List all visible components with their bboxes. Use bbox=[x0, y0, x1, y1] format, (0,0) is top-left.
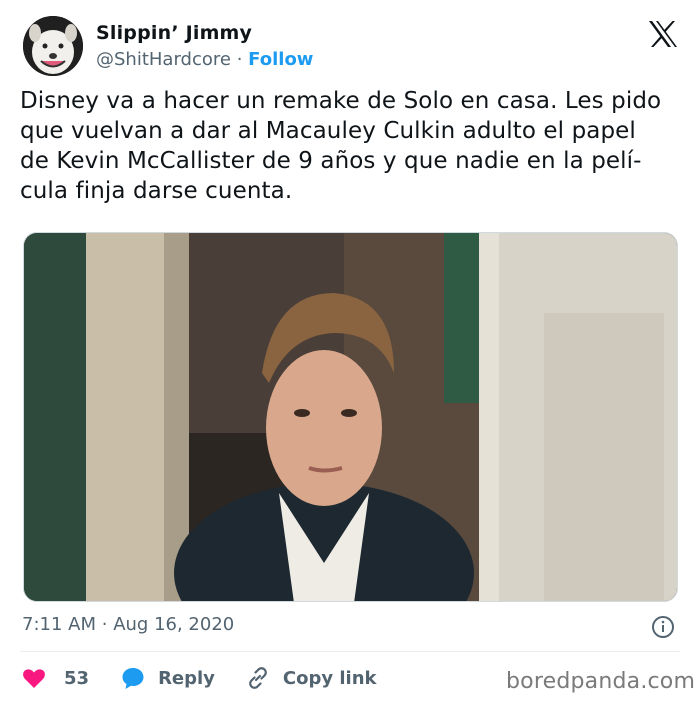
tweet-text: Disney va a hacer un remake de Solo en c… bbox=[20, 88, 662, 204]
tweet-actions: 53 Reply Copy link bbox=[22, 664, 377, 692]
like-button[interactable]: 53 bbox=[22, 667, 89, 689]
tweet-timestamp[interactable]: 7:11 AM · Aug 16, 2020 bbox=[22, 614, 234, 635]
author-handle[interactable]: @ShitHardcore bbox=[96, 49, 231, 70]
author-name[interactable]: Slippin’ Jimmy bbox=[96, 22, 252, 44]
speech-bubble-icon bbox=[121, 666, 145, 690]
watermark: boredpanda.com bbox=[506, 669, 696, 694]
divider bbox=[20, 651, 680, 652]
tweet-date: Aug 16, 2020 bbox=[113, 614, 235, 635]
avatar[interactable] bbox=[23, 16, 83, 76]
tweet-media-image[interactable] bbox=[23, 232, 678, 602]
timestamp-separator: · bbox=[101, 614, 108, 635]
like-count: 53 bbox=[64, 667, 90, 689]
copy-link-label: Copy link bbox=[282, 667, 377, 689]
reply-label: Reply bbox=[158, 667, 215, 689]
link-icon bbox=[246, 666, 270, 690]
follow-button[interactable]: Follow bbox=[248, 49, 313, 70]
heart-icon bbox=[22, 667, 46, 689]
copy-link-button[interactable]: Copy link bbox=[246, 666, 377, 690]
separator-dot: · bbox=[236, 49, 243, 70]
tweet-time: 7:11 AM bbox=[22, 614, 96, 635]
info-icon[interactable] bbox=[651, 615, 675, 639]
author-handle-row: @ShitHardcore · Follow bbox=[96, 49, 313, 70]
x-logo-icon[interactable] bbox=[648, 20, 678, 48]
reply-button[interactable]: Reply bbox=[121, 666, 215, 690]
